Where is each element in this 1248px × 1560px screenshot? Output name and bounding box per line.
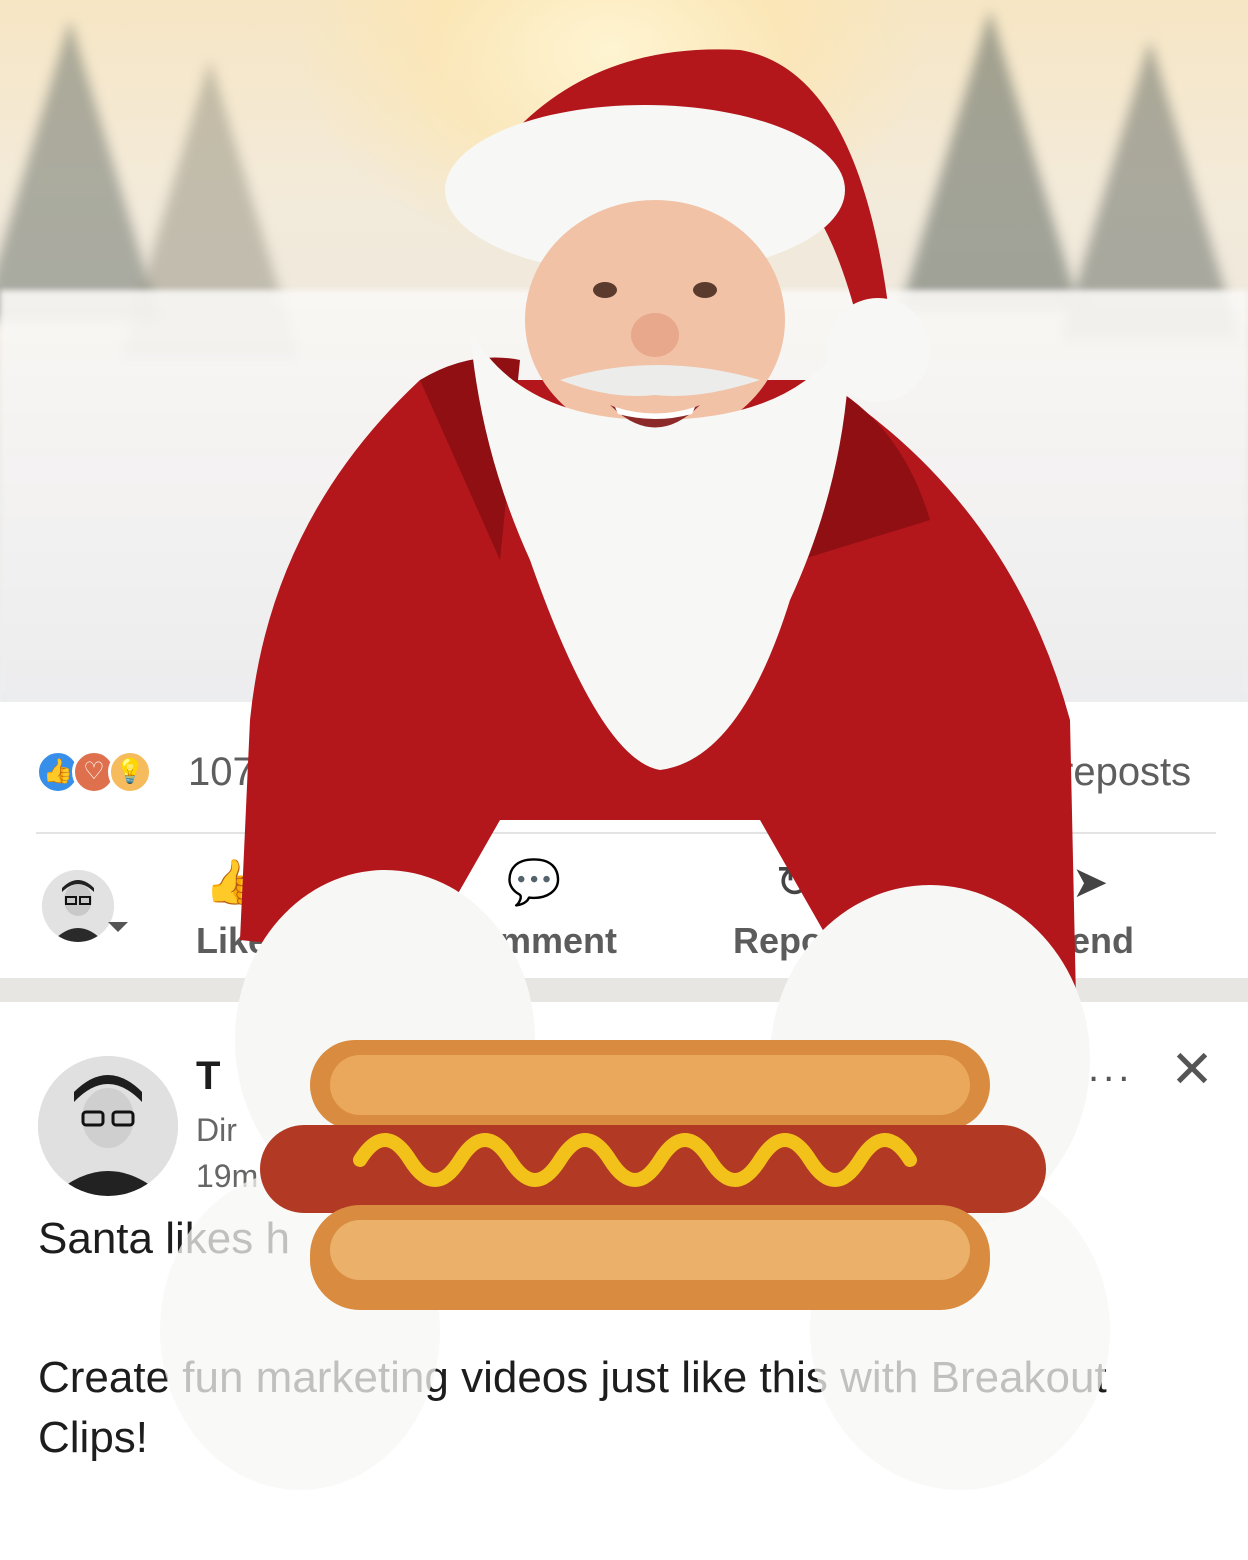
insightful-icon: 💡	[108, 750, 152, 794]
author-headline: Dir	[196, 1112, 237, 1148]
comment-button[interactable]: 💬 Comment	[434, 850, 634, 970]
thumbs-up-icon: 👍	[204, 858, 260, 907]
feed-separator	[0, 978, 1248, 1002]
like-button[interactable]: 👍 Like	[132, 850, 332, 970]
next-post: T Dir 19m ... ✕ Santa likes h Create fun…	[0, 1002, 1248, 1560]
comment-label: Comment	[450, 920, 617, 961]
repost-button[interactable]: ↻ Repost	[694, 850, 894, 970]
send-label: Send	[1045, 920, 1134, 961]
reposts-count[interactable]: reposts	[1060, 750, 1191, 795]
viewer-avatar[interactable]	[42, 870, 114, 942]
sunlight	[300, 0, 920, 260]
tree	[900, 10, 1080, 310]
close-icon[interactable]: ✕	[1168, 1044, 1216, 1096]
comments-count[interactable]: 3.1K comments	[542, 750, 820, 795]
reactions-count[interactable]: 107	[188, 750, 255, 795]
post-text: Santa likes h	[38, 1214, 290, 1263]
post-timestamp: 19m	[196, 1158, 259, 1194]
post-text: Create fun marketing videos just like th…	[38, 1353, 1107, 1462]
repost-icon: ↻	[775, 858, 813, 907]
like-label: Like	[195, 920, 269, 961]
more-options-button[interactable]: ...	[1088, 1046, 1133, 1091]
post-stats-bar: 👍 ♡ 💡 107 3.1K comments reposts	[36, 738, 1214, 808]
avatar-portrait-icon	[38, 1056, 178, 1196]
divider	[36, 832, 1216, 834]
chevron-down-icon[interactable]	[108, 922, 128, 932]
avatar-portrait-icon	[42, 870, 114, 942]
send-button[interactable]: ➤ Send	[990, 850, 1190, 970]
send-icon: ➤	[1071, 858, 1109, 907]
author-avatar[interactable]	[38, 1056, 178, 1196]
action-bar: 👍 Like 💬 Comment ↻ Repost ➤ Send	[0, 850, 1248, 976]
snowfield	[0, 290, 1248, 710]
comment-icon: 💬	[506, 858, 562, 907]
reaction-icons[interactable]: 👍 ♡ 💡	[36, 750, 176, 796]
author-name[interactable]: T	[196, 1054, 220, 1099]
repost-label: Repost	[732, 920, 855, 961]
